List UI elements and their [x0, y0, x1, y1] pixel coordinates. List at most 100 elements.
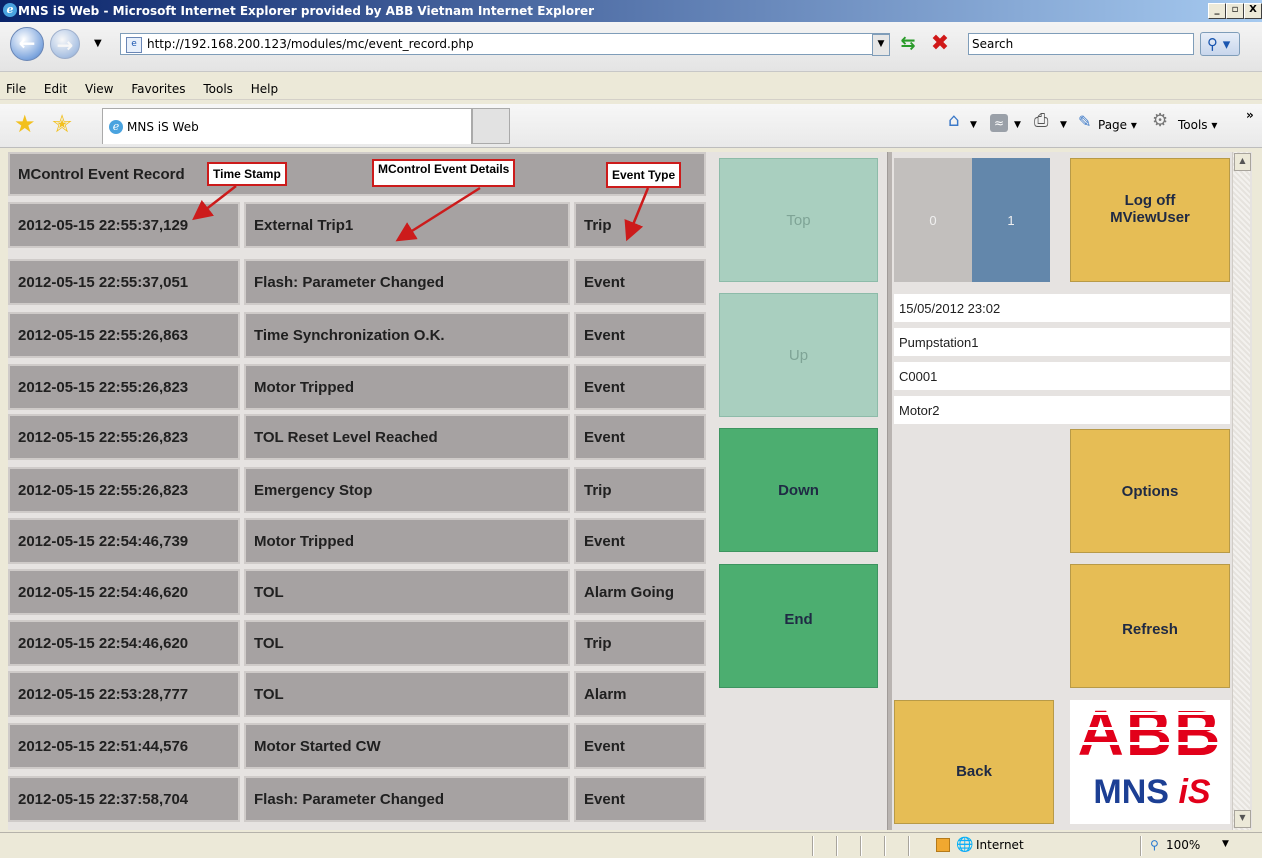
page-0-indicator[interactable]: 0	[894, 158, 972, 282]
event-time-cell[interactable]: 2012-05-15 22:54:46,620	[8, 620, 240, 666]
event-details-cell[interactable]: Motor Tripped	[244, 518, 570, 564]
tools-menu-label: Tools	[1178, 118, 1208, 132]
event-details-cell[interactable]: Flash: Parameter Changed	[244, 776, 570, 822]
history-dropdown-icon[interactable]: ▼	[94, 38, 102, 49]
search-input[interactable]: Search	[968, 33, 1194, 55]
add-favorite-icon[interactable]: ✭	[52, 112, 72, 136]
home-icon[interactable]: ⌂	[948, 112, 959, 130]
refresh-button[interactable]: Refresh	[1070, 564, 1230, 688]
logo-stripe	[1076, 742, 1224, 745]
status-divider	[908, 836, 910, 856]
tools-menu[interactable]: Tools ▾	[1178, 116, 1217, 134]
zoom-level[interactable]: 100%	[1166, 838, 1200, 852]
menu-help[interactable]: Help	[251, 82, 278, 96]
protected-mode-icon[interactable]	[936, 838, 950, 852]
event-details-cell[interactable]: Emergency Stop	[244, 467, 570, 513]
close-button[interactable]: X	[1244, 3, 1262, 19]
zoom-dropdown-icon[interactable]: ▼	[1222, 839, 1229, 849]
maximize-button[interactable]: ▫	[1226, 3, 1244, 19]
event-details-cell[interactable]: Motor Started CW	[244, 723, 570, 769]
print-dropdown-icon[interactable]: ▼	[1060, 116, 1067, 134]
event-details-cell[interactable]: Time Synchronization O.K.	[244, 312, 570, 358]
event-time-cell[interactable]: 2012-05-15 22:55:26,863	[8, 312, 240, 358]
page-icon[interactable]: ✎	[1078, 113, 1091, 131]
home-dropdown-icon[interactable]: ▼	[970, 116, 977, 134]
log-off-button[interactable]: Log off MViewUser	[1070, 158, 1230, 282]
event-details-cell[interactable]: Motor Tripped	[244, 364, 570, 410]
controller-field: C0001	[894, 362, 1230, 390]
event-time-cell[interactable]: 2012-05-15 22:54:46,620	[8, 569, 240, 615]
vertical-scrollbar[interactable]: ▲ ▼	[1232, 152, 1251, 830]
down-button[interactable]: Down	[719, 428, 878, 552]
ie-page-icon: e	[126, 37, 142, 53]
motor-field: Motor2	[894, 396, 1230, 424]
event-type-cell[interactable]: Trip	[574, 467, 706, 513]
event-type-cell[interactable]: Event	[574, 776, 706, 822]
event-type-cell[interactable]: Event	[574, 312, 706, 358]
event-time-cell[interactable]: 2012-05-15 22:55:26,823	[8, 467, 240, 513]
zoom-icon[interactable]: ⚲	[1150, 838, 1159, 852]
event-time-cell[interactable]: 2012-05-15 22:37:58,704	[8, 776, 240, 822]
page-menu[interactable]: Page ▾	[1098, 116, 1137, 134]
event-type-cell[interactable]: Alarm Going	[574, 569, 706, 615]
menu-view[interactable]: View	[85, 82, 113, 96]
tab-mns-is-web[interactable]: e MNS iS Web	[102, 108, 472, 144]
event-time-cell[interactable]: 2012-05-15 22:55:37,051	[8, 259, 240, 305]
event-type-cell[interactable]: Event	[574, 414, 706, 460]
address-dropdown-icon[interactable]: ▼	[872, 34, 890, 56]
event-details-cell[interactable]: TOL	[244, 620, 570, 666]
print-icon[interactable]: ⎙	[1034, 112, 1048, 130]
page-1-indicator[interactable]: 1	[972, 158, 1050, 282]
feed-dropdown-icon[interactable]: ▼	[1014, 116, 1021, 134]
refresh-icon[interactable]: ⇆	[896, 33, 920, 55]
log-off-label: Log off	[1124, 192, 1176, 209]
event-details-cell[interactable]: TOL	[244, 569, 570, 615]
event-type-cell[interactable]: Event	[574, 259, 706, 305]
status-divider	[884, 836, 886, 856]
menu-edit[interactable]: Edit	[44, 82, 67, 96]
event-type-arrow	[624, 187, 650, 242]
event-details-arrow	[395, 186, 481, 242]
chevron-more-icon[interactable]: »	[1246, 106, 1254, 124]
address-url: http://192.168.200.123/modules/mc/event_…	[147, 37, 474, 51]
event-time-cell[interactable]: 2012-05-15 22:51:44,576	[8, 723, 240, 769]
event-type-cell[interactable]: Event	[574, 723, 706, 769]
event-type-cell[interactable]: Event	[574, 364, 706, 410]
tools-gear-icon[interactable]: ⚙	[1152, 112, 1168, 130]
search-icon[interactable]: ⚲ ▾	[1200, 32, 1240, 56]
stop-icon[interactable]: ✖	[928, 32, 952, 56]
end-button[interactable]: End	[719, 564, 878, 688]
mns-text: MNS	[1093, 773, 1169, 811]
menu-favorites[interactable]: Favorites	[131, 82, 185, 96]
feed-icon[interactable]: ≈	[990, 114, 1008, 132]
back-button[interactable]: Back	[894, 700, 1054, 824]
menu-tools[interactable]: Tools	[203, 82, 233, 96]
event-details-cell[interactable]: Flash: Parameter Changed	[244, 259, 570, 305]
event-type-cell[interactable]: Alarm	[574, 671, 706, 717]
status-bar: 🌐 Internet ⚲ 100% ▼	[0, 832, 1262, 858]
scroll-up-icon[interactable]: ▲	[1234, 153, 1251, 171]
address-input[interactable]: e http://192.168.200.123/modules/mc/even…	[120, 33, 890, 55]
event-time-cell[interactable]: 2012-05-15 22:54:46,739	[8, 518, 240, 564]
options-button[interactable]: Options	[1070, 429, 1230, 553]
status-divider	[860, 836, 862, 856]
back-arrow-icon[interactable]: ←	[10, 27, 44, 61]
menu-file[interactable]: File	[6, 82, 26, 96]
event-details-cell[interactable]: TOL Reset Level Reached	[244, 414, 570, 460]
event-time-cell[interactable]: 2012-05-15 22:53:28,777	[8, 671, 240, 717]
scroll-down-icon[interactable]: ▼	[1234, 810, 1251, 828]
window-title-bar: e MNS iS Web - Microsoft Internet Explor…	[0, 0, 1262, 22]
top-button[interactable]: Top	[719, 158, 878, 282]
event-type-cell[interactable]: Trip	[574, 620, 706, 666]
minimize-button[interactable]: _	[1208, 3, 1226, 19]
event-type-cell[interactable]: Event	[574, 518, 706, 564]
star-icon[interactable]: ★	[14, 112, 36, 136]
new-tab-button[interactable]	[472, 108, 510, 144]
ie-icon: e	[109, 120, 123, 134]
event-details-cell[interactable]: TOL	[244, 671, 570, 717]
event-time-cell[interactable]: 2012-05-15 22:55:26,823	[8, 414, 240, 460]
up-button[interactable]: Up	[719, 293, 878, 417]
tab-label: MNS iS Web	[127, 120, 199, 134]
event-time-cell[interactable]: 2012-05-15 22:55:26,823	[8, 364, 240, 410]
forward-arrow-icon[interactable]: →	[50, 29, 80, 59]
